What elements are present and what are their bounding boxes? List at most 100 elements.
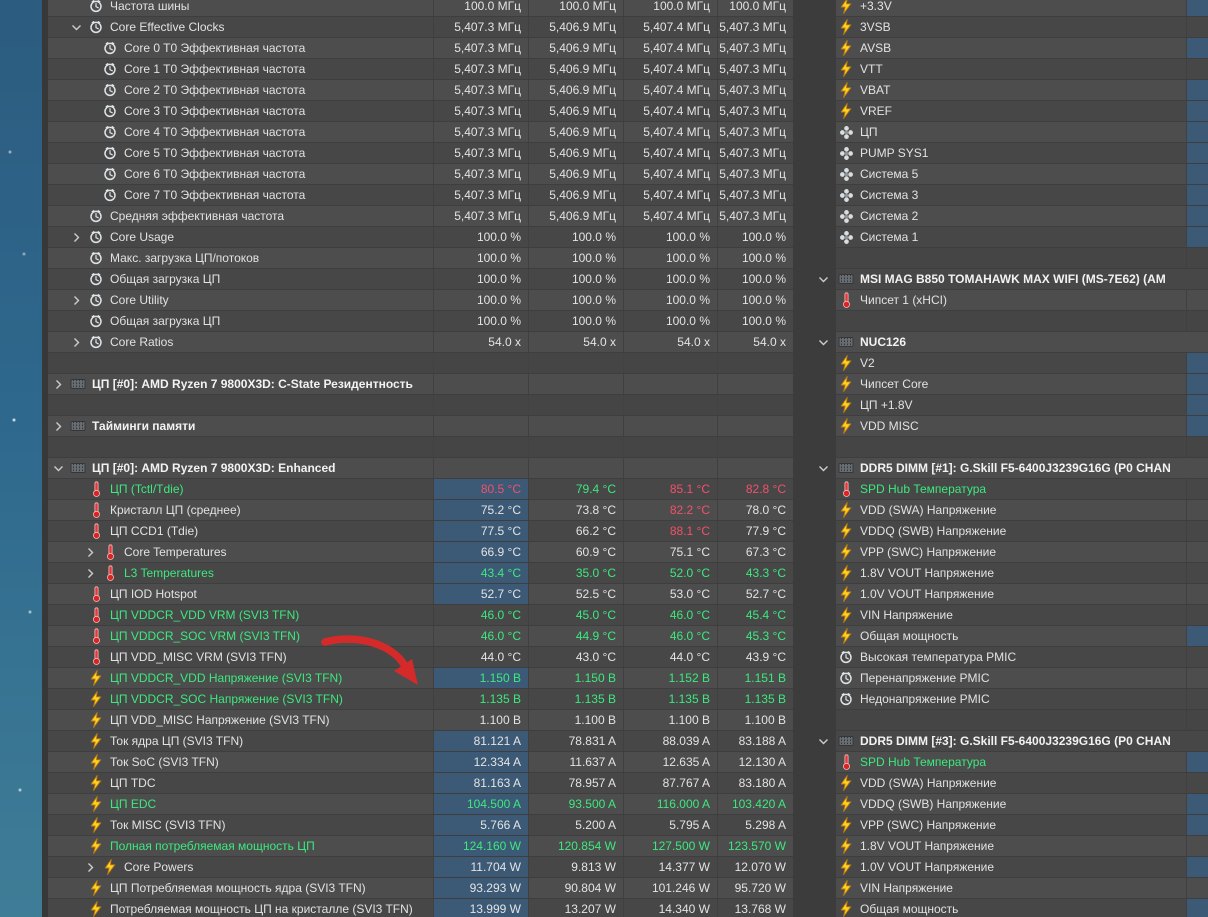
sensor-row[interactable]: Core 2 T0 Эффективная частота 5,407.3 МГц… [48, 80, 793, 101]
chevron-down-icon[interactable] [50, 460, 66, 476]
section-header-row[interactable]: DDR5 DIMM [#1]: G.Skill F5-6400J3239G16G… [810, 458, 1208, 479]
sensor-row[interactable]: 1.8V VOUT Напряжение [810, 563, 1208, 584]
section-header-row[interactable]: ЦП [#0]: AMD Ryzen 7 9800X3D: Enhanced [48, 458, 793, 479]
sensor-row[interactable]: ЦП CCD1 (Tdie) 77.5 °C 66.2 °C 88.1 °C 77.9 … [48, 521, 793, 542]
sensor-row[interactable]: Кристалл ЦП (среднее) 75.2 °C 73.8 °C 82.2 … [48, 500, 793, 521]
sensor-row[interactable]: Средняя эффективная частота 5,407.3 МГц 5,… [48, 206, 793, 227]
sensor-row[interactable]: L3 Temperatures 43.4 °C 35.0 °C 52.0 °C 43.3… [48, 563, 793, 584]
sensor-row[interactable]: VDD MISC [810, 416, 1208, 437]
sensor-row[interactable]: Core Usage 100.0 % 100.0 % 100.0 % 100.0 % [48, 227, 793, 248]
sensor-row[interactable]: Core 0 T0 Эффективная частота 5,407.3 МГц… [48, 38, 793, 59]
sensor-row[interactable]: Core 7 T0 Эффективная частота 5,407.3 МГц… [48, 185, 793, 206]
sensor-row[interactable]: Недонапряжение PMIC [810, 689, 1208, 710]
chevron-right-icon[interactable] [68, 334, 84, 350]
sensor-row[interactable]: VBAT [810, 80, 1208, 101]
sensor-row[interactable]: Общая мощность [810, 626, 1208, 647]
sensor-row[interactable]: ЦП VDDCR_VDD VRM (SVI3 TFN) 46.0 °C 45.0 °… [48, 605, 793, 626]
sensor-row[interactable]: ЦП TDC 81.163 A 78.957 A 87.767 A 83.180 A [48, 773, 793, 794]
sensor-row[interactable]: VIN Напряжение [810, 605, 1208, 626]
sensor-row[interactable]: Общая мощность [810, 899, 1208, 917]
sensor-row[interactable]: ЦП VDDCR_VDD Напряжение (SVI3 TFN) 1.150 … [48, 668, 793, 689]
sensor-row[interactable]: Система 2 [810, 206, 1208, 227]
sensor-row[interactable]: Общая загрузка ЦП 100.0 % 100.0 % 100.0 % 10… [48, 269, 793, 290]
sensor-row[interactable]: ЦП VDDCR_SOC Напряжение (SVI3 TFN) 1.135 … [48, 689, 793, 710]
sensor-row[interactable]: Чипсет 1 (xHCI) [810, 290, 1208, 311]
sensor-row[interactable]: AVSB [810, 38, 1208, 59]
chevron-right-icon[interactable] [82, 565, 98, 581]
sensor-row[interactable]: VPP (SWC) Напряжение [810, 815, 1208, 836]
section-title: Тайминги памяти [92, 419, 196, 433]
chevron-down-icon[interactable] [815, 734, 831, 750]
sensor-row[interactable]: Core Utility 100.0 % 100.0 % 100.0 % 100.0 % [48, 290, 793, 311]
sensor-row[interactable]: VDD (SWA) Напряжение [810, 773, 1208, 794]
sensor-row[interactable]: ЦП IOD Hotspot 52.7 °C 52.5 °C 53.0 °C 52.7 … [48, 584, 793, 605]
section-header-row[interactable]: DDR5 DIMM [#3]: G.Skill F5-6400J3239G16G… [810, 731, 1208, 752]
sensor-row[interactable]: Ток SoC (SVI3 TFN) 12.334 A 11.637 A 12.635… [48, 752, 793, 773]
sensor-row[interactable]: ЦП VDD_MISC Напряжение (SVI3 TFN) 1.100 В… [48, 710, 793, 731]
sensor-row[interactable]: VTT [810, 59, 1208, 80]
sensor-row[interactable]: Core Temperatures 66.9 °C 60.9 °C 75.1 °C 67… [48, 542, 793, 563]
sensor-row[interactable]: 1.0V VOUT Напряжение [810, 584, 1208, 605]
chevron-right-icon[interactable] [50, 376, 66, 392]
chevron-down-icon[interactable] [815, 272, 831, 288]
sensor-row[interactable]: Core Powers 11.704 W 9.813 W 14.377 W 12.070… [48, 857, 793, 878]
sensor-row[interactable]: Общая загрузка ЦП 100.0 % 100.0 % 100.0 % 10… [48, 311, 793, 332]
sensor-row[interactable]: SPD Hub Температура [810, 479, 1208, 500]
sensor-row[interactable]: Core 1 T0 Эффективная частота 5,407.3 МГц… [48, 59, 793, 80]
sensor-row[interactable]: Система 1 [810, 227, 1208, 248]
sensor-row[interactable]: ЦП VDDCR_SOC VRM (SVI3 TFN) 46.0 °C 44.9 °… [48, 626, 793, 647]
sensor-row[interactable]: 3VSB [810, 17, 1208, 38]
chevron-right-icon[interactable] [68, 229, 84, 245]
sensor-row[interactable]: Частота шины 100.0 МГц 100.0 МГц 100.0 МГц 1… [48, 0, 793, 17]
sensor-row[interactable]: SPD Hub Температура [810, 752, 1208, 773]
sensor-row[interactable]: VDDQ (SWB) Напряжение [810, 521, 1208, 542]
chevron-right-icon[interactable] [50, 418, 66, 434]
sensor-row[interactable]: Система 5 [810, 164, 1208, 185]
sensor-row[interactable]: Потребляемая мощность ЦП на кристалле (S… [48, 899, 793, 917]
sensor-row[interactable]: ЦП [810, 122, 1208, 143]
sensor-row[interactable]: ЦП VDD_MISC VRM (SVI3 TFN) 44.0 °C 43.0 °C… [48, 647, 793, 668]
sensor-row[interactable]: Core 5 T0 Эффективная частота 5,407.3 МГц… [48, 143, 793, 164]
sensor-row[interactable]: Ток MISC (SVI3 TFN) 5.766 A 5.200 A 5.795 A… [48, 815, 793, 836]
sensor-row[interactable]: V2 [810, 353, 1208, 374]
sensor-row[interactable]: ЦП EDC 104.500 A 93.500 A 116.000 A 103.420 … [48, 794, 793, 815]
sensor-row[interactable]: Высокая температура PMIC [810, 647, 1208, 668]
sensor-row[interactable]: Core 4 T0 Эффективная частота 5,407.3 МГц… [48, 122, 793, 143]
sensor-row[interactable]: Полная потребляемая мощность ЦП 124.160 W… [48, 836, 793, 857]
sensor-row[interactable]: VREF [810, 101, 1208, 122]
sensor-row[interactable]: Система 3 [810, 185, 1208, 206]
section-header-row[interactable]: MSI MAG B850 TOMAHAWK MAX WIFI (MS-7E62)… [810, 269, 1208, 290]
sensor-row[interactable]: ЦП Потребляемая мощность ядра (SVI3 TFN)… [48, 878, 793, 899]
section-header-row[interactable]: ЦП [#0]: AMD Ryzen 7 9800X3D: C-State Ре… [48, 374, 793, 395]
sensor-row[interactable]: Макс. загрузка ЦП/потоков 100.0 % 100.0 % 1… [48, 248, 793, 269]
sensor-row[interactable]: VIN Напряжение [810, 878, 1208, 899]
chevron-down-icon[interactable] [815, 461, 831, 477]
row-label-cell: VDD MISC [836, 416, 1186, 437]
sensor-row[interactable]: Core 6 T0 Эффективная частота 5,407.3 МГц… [48, 164, 793, 185]
chevron-down-icon[interactable] [68, 19, 84, 35]
sensor-row[interactable]: PUMP SYS1 [810, 143, 1208, 164]
sensor-row[interactable]: Core 3 T0 Эффективная частота 5,407.3 МГц… [48, 101, 793, 122]
section-header-row[interactable]: NUC126 [810, 332, 1208, 353]
chevron-right-icon[interactable] [82, 859, 98, 875]
sensor-row[interactable]: Core Effective Clocks 5,407.3 МГц 5,406.9 … [48, 17, 793, 38]
section-header-row[interactable]: Тайминги памяти [48, 416, 793, 437]
sensor-row[interactable]: VPP (SWC) Напряжение [810, 542, 1208, 563]
sensor-row[interactable]: +3.3V [810, 0, 1208, 17]
value-cell: 100.0 % [433, 290, 528, 310]
sensor-row[interactable]: Core Ratios 54.0 x 54.0 x 54.0 x 54.0 x [48, 332, 793, 353]
sensor-label: VTT [860, 62, 883, 76]
sensor-row[interactable]: Чипсет Core [810, 374, 1208, 395]
value-cell: 88.039 A [623, 731, 717, 751]
sensor-row[interactable]: 1.8V VOUT Напряжение [810, 836, 1208, 857]
chevron-right-icon[interactable] [82, 544, 98, 560]
chevron-down-icon[interactable] [815, 335, 831, 351]
sensor-row[interactable]: VDDQ (SWB) Напряжение [810, 794, 1208, 815]
sensor-row[interactable]: ЦП (Tctl/Tdie) 80.5 °C 79.4 °C 85.1 °C 82.8 … [48, 479, 793, 500]
chevron-right-icon[interactable] [68, 292, 84, 308]
sensor-row[interactable]: Ток ядра ЦП (SVI3 TFN) 81.121 A 78.831 A 88… [48, 731, 793, 752]
sensor-row[interactable]: VDD (SWA) Напряжение [810, 500, 1208, 521]
sensor-row[interactable]: 1.0V VOUT Напряжение [810, 857, 1208, 878]
sensor-row[interactable]: ЦП +1.8V [810, 395, 1208, 416]
sensor-row[interactable]: Перенапряжение PMIC [810, 668, 1208, 689]
